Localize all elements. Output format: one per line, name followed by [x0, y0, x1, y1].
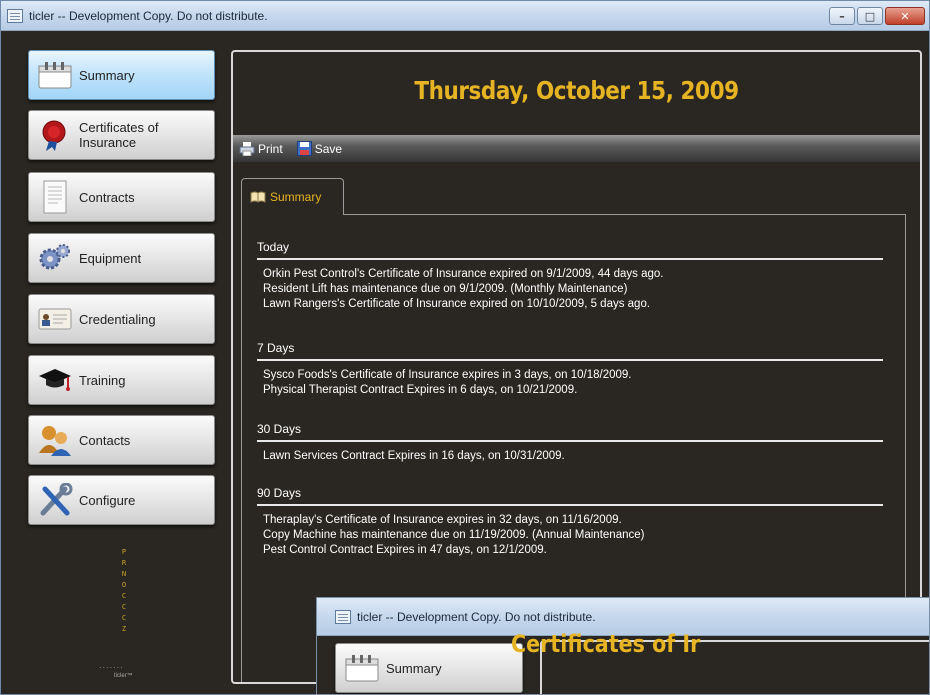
- sidebar-item-equipment[interactable]: Equipment: [28, 233, 215, 283]
- sidebar-item-label: Credentialing: [79, 311, 156, 327]
- calendar-icon: [342, 650, 382, 686]
- close-icon: ✕: [900, 9, 910, 23]
- sidebar-item-label: Training: [79, 372, 126, 388]
- section-heading: 30 Days: [257, 422, 883, 442]
- section-90-days: 90 Days Theraplay's Certificate of Insur…: [257, 486, 883, 558]
- sidebar-item-label: Summary: [386, 660, 442, 676]
- save-label: Save: [314, 141, 343, 156]
- section-30-days: 30 Days Lawn Services Contract Expires i…: [257, 422, 883, 464]
- wax-seal-icon: [35, 117, 75, 153]
- sidebar-item-label: Summary: [79, 67, 135, 83]
- save-button[interactable]: Save: [296, 141, 343, 156]
- minimize-button[interactable]: –: [829, 7, 855, 25]
- sidebar-item-training[interactable]: Training: [28, 355, 215, 405]
- calendar-icon: [35, 57, 75, 93]
- list-item: Lawn Rangers's Certificate of Insurance …: [263, 298, 651, 310]
- section-7-days: 7 Days Sysco Foods's Certificate of Insu…: [257, 341, 883, 398]
- sidebar-item-label: Contracts: [79, 189, 135, 205]
- document-icon: [35, 179, 75, 215]
- window-controls: – □ ✕: [829, 7, 925, 25]
- sidebar: Summary: [317, 637, 539, 694]
- print-button[interactable]: Print: [239, 141, 283, 156]
- section-today: Today Orkin Pest Control's Certificate o…: [257, 240, 883, 312]
- tab-label: Summary: [270, 190, 322, 204]
- sidebar: Summary Certificates of Insurance Contra…: [1, 32, 223, 694]
- sidebar-item-label: Configure: [79, 492, 136, 508]
- id-card-icon: [35, 301, 75, 337]
- content-panel: Thursday, October 15, 2009 Print Save Su…: [231, 50, 922, 684]
- list-item: Pest Control Contract Expires in 47 days…: [263, 544, 547, 556]
- people-icon: [35, 422, 75, 458]
- section-heading: Today: [257, 240, 883, 260]
- window-title: ticler -- Development Copy. Do not distr…: [357, 609, 596, 624]
- sidebar-item-credentialing[interactable]: Credentialing: [28, 294, 215, 344]
- sidebar-item-label: Equipment: [79, 250, 142, 266]
- list-item: Resident Lift has maintenance due on 9/1…: [263, 283, 628, 295]
- brand-mark: ticler™: [114, 673, 133, 679]
- brand-dots: .......: [99, 661, 124, 670]
- list-item: Theraplay's Certificate of Insurance exp…: [263, 514, 622, 526]
- book-icon: [250, 191, 266, 203]
- floppy-disk-icon: [296, 141, 312, 156]
- sidebar-item-summary[interactable]: Summary: [28, 50, 215, 100]
- section-heading: 7 Days: [257, 341, 883, 361]
- app-icon: [7, 8, 23, 23]
- sidebar-item-certificates[interactable]: Certificates of Insurance: [28, 110, 215, 160]
- list-item: Physical Therapist Contract Expires in 6…: [263, 384, 578, 396]
- sidebar-item-configure[interactable]: Configure: [28, 475, 215, 525]
- sidebar-item-label: Contacts: [79, 432, 131, 448]
- app-icon: [335, 609, 351, 624]
- list-item: Copy Machine has maintenance due on 11/1…: [263, 529, 645, 541]
- window-title: ticler -- Development Copy. Do not distr…: [29, 8, 268, 23]
- title-bar[interactable]: ticler -- Development Copy. Do not distr…: [1, 1, 929, 31]
- section-heading: 90 Days: [257, 486, 883, 506]
- sidebar-item-summary[interactable]: Summary: [335, 643, 523, 693]
- maximize-button[interactable]: □: [857, 7, 883, 25]
- list-item: Orkin Pest Control's Certificate of Insu…: [263, 268, 664, 280]
- main-window: ticler -- Development Copy. Do not distr…: [0, 0, 930, 695]
- tab-summary[interactable]: Summary: [241, 178, 344, 215]
- graduation-cap-icon: [35, 362, 75, 398]
- page-title: Certificates of Ir: [511, 630, 701, 658]
- list-item: Lawn Services Contract Expires in 16 day…: [263, 450, 565, 462]
- list-item: Sysco Foods's Certificate of Insurance e…: [263, 369, 632, 381]
- date-title: Thursday, October 15, 2009: [414, 76, 739, 105]
- close-button[interactable]: ✕: [885, 7, 925, 25]
- second-window[interactable]: ticler -- Development Copy. Do not distr…: [316, 597, 930, 695]
- printer-icon: [239, 141, 255, 156]
- tools-icon: [35, 482, 75, 518]
- gears-icon: [35, 240, 75, 276]
- sidebar-item-contacts[interactable]: Contacts: [28, 415, 215, 465]
- sidebar-item-contracts[interactable]: Contracts: [28, 172, 215, 222]
- toolbar: Print Save: [233, 135, 920, 162]
- minimize-icon: –: [839, 9, 845, 23]
- vertical-logo: P R N O C C C Z: [121, 548, 127, 633]
- maximize-icon: □: [864, 9, 876, 23]
- print-label: Print: [258, 141, 283, 156]
- sidebar-item-label: Certificates of Insurance: [79, 120, 159, 150]
